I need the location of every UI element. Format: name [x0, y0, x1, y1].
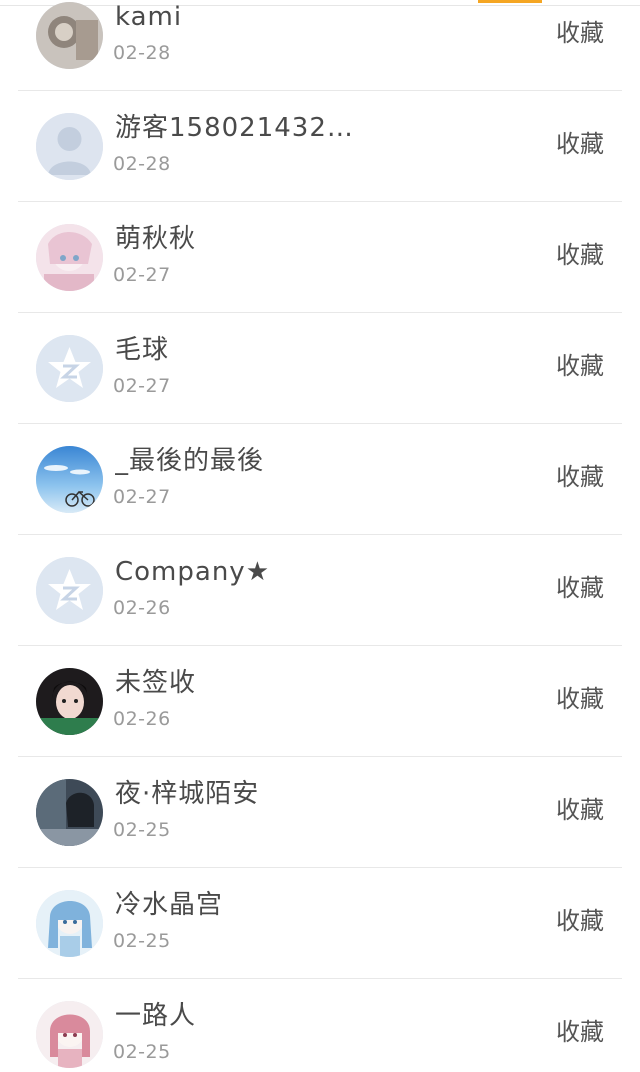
- list-item[interactable]: _最後的最後 02-27 收藏: [0, 424, 640, 535]
- avatar[interactable]: [36, 113, 103, 180]
- avatar[interactable]: [36, 2, 103, 69]
- user-name: 夜·梓城陌安: [115, 779, 260, 809]
- favorite-button[interactable]: 收藏: [556, 905, 604, 937]
- avatar[interactable]: [36, 224, 103, 291]
- anime-pink-icon: [36, 1001, 103, 1068]
- item-date: 02-28: [113, 153, 171, 175]
- list-item[interactable]: 夜·梓城陌安 02-25 收藏: [0, 757, 640, 868]
- list-item[interactable]: 萌秋秋 02-27 收藏: [0, 202, 640, 313]
- avatar[interactable]: [36, 557, 103, 624]
- dark-photo-icon: [36, 779, 103, 846]
- favorite-button[interactable]: 收藏: [556, 239, 604, 271]
- avatar[interactable]: [36, 335, 103, 402]
- item-date: 02-27: [113, 264, 171, 286]
- favorite-button[interactable]: 收藏: [556, 17, 604, 49]
- favorite-button[interactable]: 收藏: [556, 572, 604, 604]
- list-item[interactable]: 冷水晶宫 02-25 收藏: [0, 868, 640, 979]
- avatar[interactable]: [36, 890, 103, 957]
- item-date: 02-26: [113, 708, 171, 730]
- item-date: 02-27: [113, 486, 171, 508]
- favorite-button[interactable]: 收藏: [556, 1016, 604, 1048]
- favorite-button[interactable]: 收藏: [556, 683, 604, 715]
- user-name: 萌秋秋: [115, 224, 197, 254]
- item-date: 02-25: [113, 819, 171, 841]
- list-item[interactable]: 一路人 02-25 收藏: [0, 979, 640, 1072]
- default-person-icon: [36, 113, 103, 180]
- favorites-list: kami 02-28 收藏 游客158021432… 02-28 收藏 萌秋秋 …: [0, 0, 640, 1072]
- avatar[interactable]: [36, 779, 103, 846]
- qzone-star-icon: [36, 557, 103, 624]
- user-name: 游客158021432…: [115, 113, 354, 143]
- avatar[interactable]: [36, 446, 103, 513]
- user-name: _最後的最後: [115, 446, 265, 476]
- anime-avatar-icon: [36, 224, 103, 291]
- user-name: 未签收: [115, 668, 197, 698]
- item-date: 02-25: [113, 930, 171, 952]
- item-date: 02-28: [113, 42, 171, 64]
- photo-avatar-icon: [36, 2, 103, 69]
- item-date: 02-26: [113, 597, 171, 619]
- anime-blue-icon: [36, 890, 103, 957]
- user-name: 毛球: [115, 335, 170, 365]
- list-item[interactable]: 游客158021432… 02-28 收藏: [0, 91, 640, 202]
- user-name: Company★: [115, 557, 270, 587]
- list-item[interactable]: 未签收 02-26 收藏: [0, 646, 640, 757]
- list-item[interactable]: 毛球 02-27 收藏: [0, 313, 640, 424]
- list-item[interactable]: Company★ 02-26 收藏: [0, 535, 640, 646]
- list-item[interactable]: kami 02-28 收藏: [0, 0, 640, 91]
- qzone-star-icon: [36, 335, 103, 402]
- favorite-button[interactable]: 收藏: [556, 350, 604, 382]
- favorite-button[interactable]: 收藏: [556, 794, 604, 826]
- user-name: kami: [115, 2, 183, 32]
- favorite-button[interactable]: 收藏: [556, 461, 604, 493]
- avatar[interactable]: [36, 1001, 103, 1068]
- user-name: 冷水晶宫: [115, 890, 224, 920]
- sky-bicycle-icon: [36, 446, 103, 513]
- user-name: 一路人: [115, 1001, 197, 1031]
- girl-photo-icon: [36, 668, 103, 735]
- item-date: 02-25: [113, 1041, 171, 1063]
- item-date: 02-27: [113, 375, 171, 397]
- favorite-button[interactable]: 收藏: [556, 128, 604, 160]
- avatar[interactable]: [36, 668, 103, 735]
